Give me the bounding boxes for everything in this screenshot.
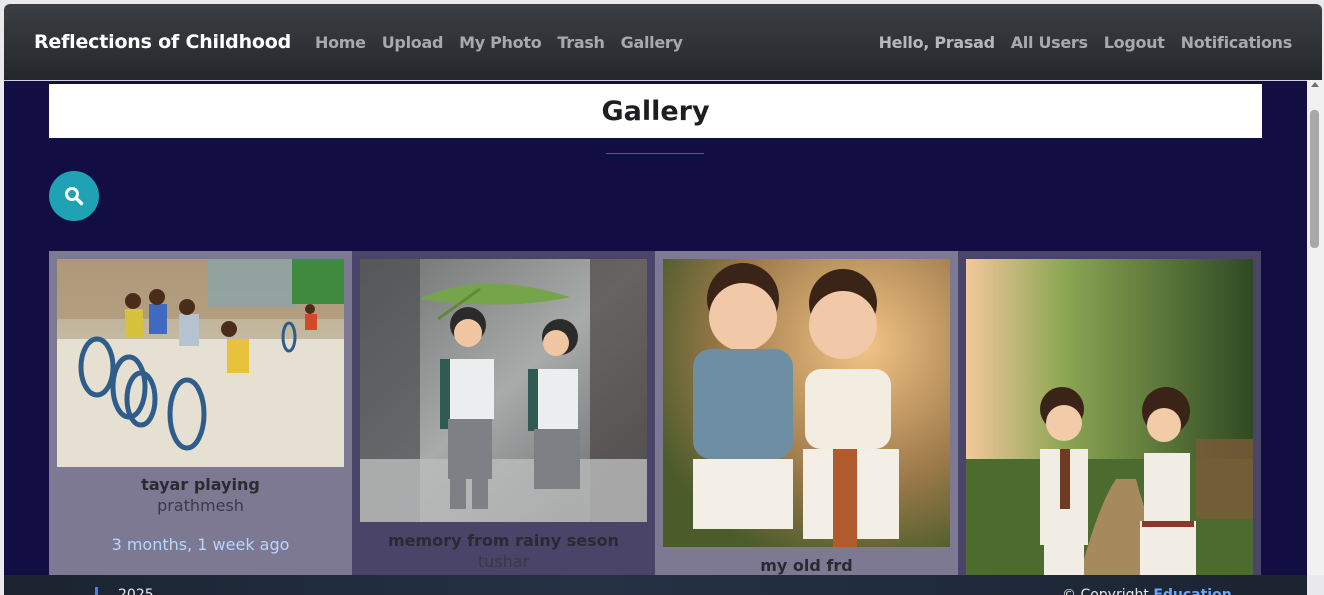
gallery-card[interactable]: [958, 251, 1261, 575]
photo-time: 3 months, 1 week ago: [111, 535, 290, 554]
user-greeting: Hello, Prasad: [878, 32, 995, 52]
page-title-bar: Gallery: [49, 84, 1262, 138]
photo-title: my old frd: [760, 556, 853, 575]
gallery-photo[interactable]: [360, 259, 647, 522]
page-title: Gallery: [601, 95, 710, 127]
nav-logout[interactable]: Logout: [1104, 33, 1165, 52]
gallery-card[interactable]: my old frd: [655, 251, 958, 575]
photo-user: prathmesh: [157, 496, 244, 515]
search-icon: [65, 187, 84, 206]
card-caption: memory from rainy seson tushar: [352, 531, 655, 571]
photo-title: memory from rainy seson: [387, 531, 619, 550]
footer-year: 2025: [118, 587, 154, 595]
gallery-card[interactable]: tayar playing prathmesh 3 months, 1 week…: [49, 251, 352, 575]
scroll-up-arrow-icon[interactable]: [1311, 82, 1319, 87]
main-content: Gallery tayar playing prathmesh 3 months…: [4, 80, 1307, 575]
title-underline: [606, 153, 704, 154]
photo-title: tayar playing: [141, 475, 260, 494]
nav-gallery[interactable]: Gallery: [621, 33, 683, 52]
nav-my-photo[interactable]: My Photo: [459, 33, 542, 52]
footer-link[interactable]: Education: [1153, 587, 1231, 595]
footer-divider: [95, 587, 98, 595]
gallery-card[interactable]: memory from rainy seson tushar: [352, 251, 655, 575]
card-caption: my old frd: [655, 556, 958, 575]
nav-notifications[interactable]: Notifications: [1181, 33, 1293, 52]
nav-upload[interactable]: Upload: [382, 33, 444, 52]
copyright-text: © Copyright: [1062, 587, 1149, 595]
gallery-photo[interactable]: [57, 259, 344, 467]
scroll-thumb[interactable]: [1310, 110, 1319, 248]
gallery-photo[interactable]: [966, 259, 1253, 575]
card-caption: tayar playing prathmesh 3 months, 1 week…: [49, 475, 352, 554]
nav-all-users[interactable]: All Users: [1011, 33, 1088, 52]
nav-trash[interactable]: Trash: [557, 33, 605, 52]
gallery-photo[interactable]: [663, 259, 950, 547]
top-navbar: Reflections of Childhood Home Upload My …: [4, 4, 1322, 80]
nav-links: Home Upload My Photo Trash Gallery: [315, 33, 683, 52]
photo-user: tushar: [477, 552, 530, 571]
footer-copyright: © Copyright Education: [1062, 587, 1232, 595]
nav-right: Hello, Prasad All Users Logout Notificat…: [878, 32, 1293, 52]
vertical-scrollbar[interactable]: [1307, 80, 1324, 575]
footer: 2025 © Copyright Education: [4, 575, 1307, 595]
brand-title[interactable]: Reflections of Childhood: [34, 31, 291, 53]
search-button[interactable]: [49, 171, 99, 221]
nav-home[interactable]: Home: [315, 33, 366, 52]
